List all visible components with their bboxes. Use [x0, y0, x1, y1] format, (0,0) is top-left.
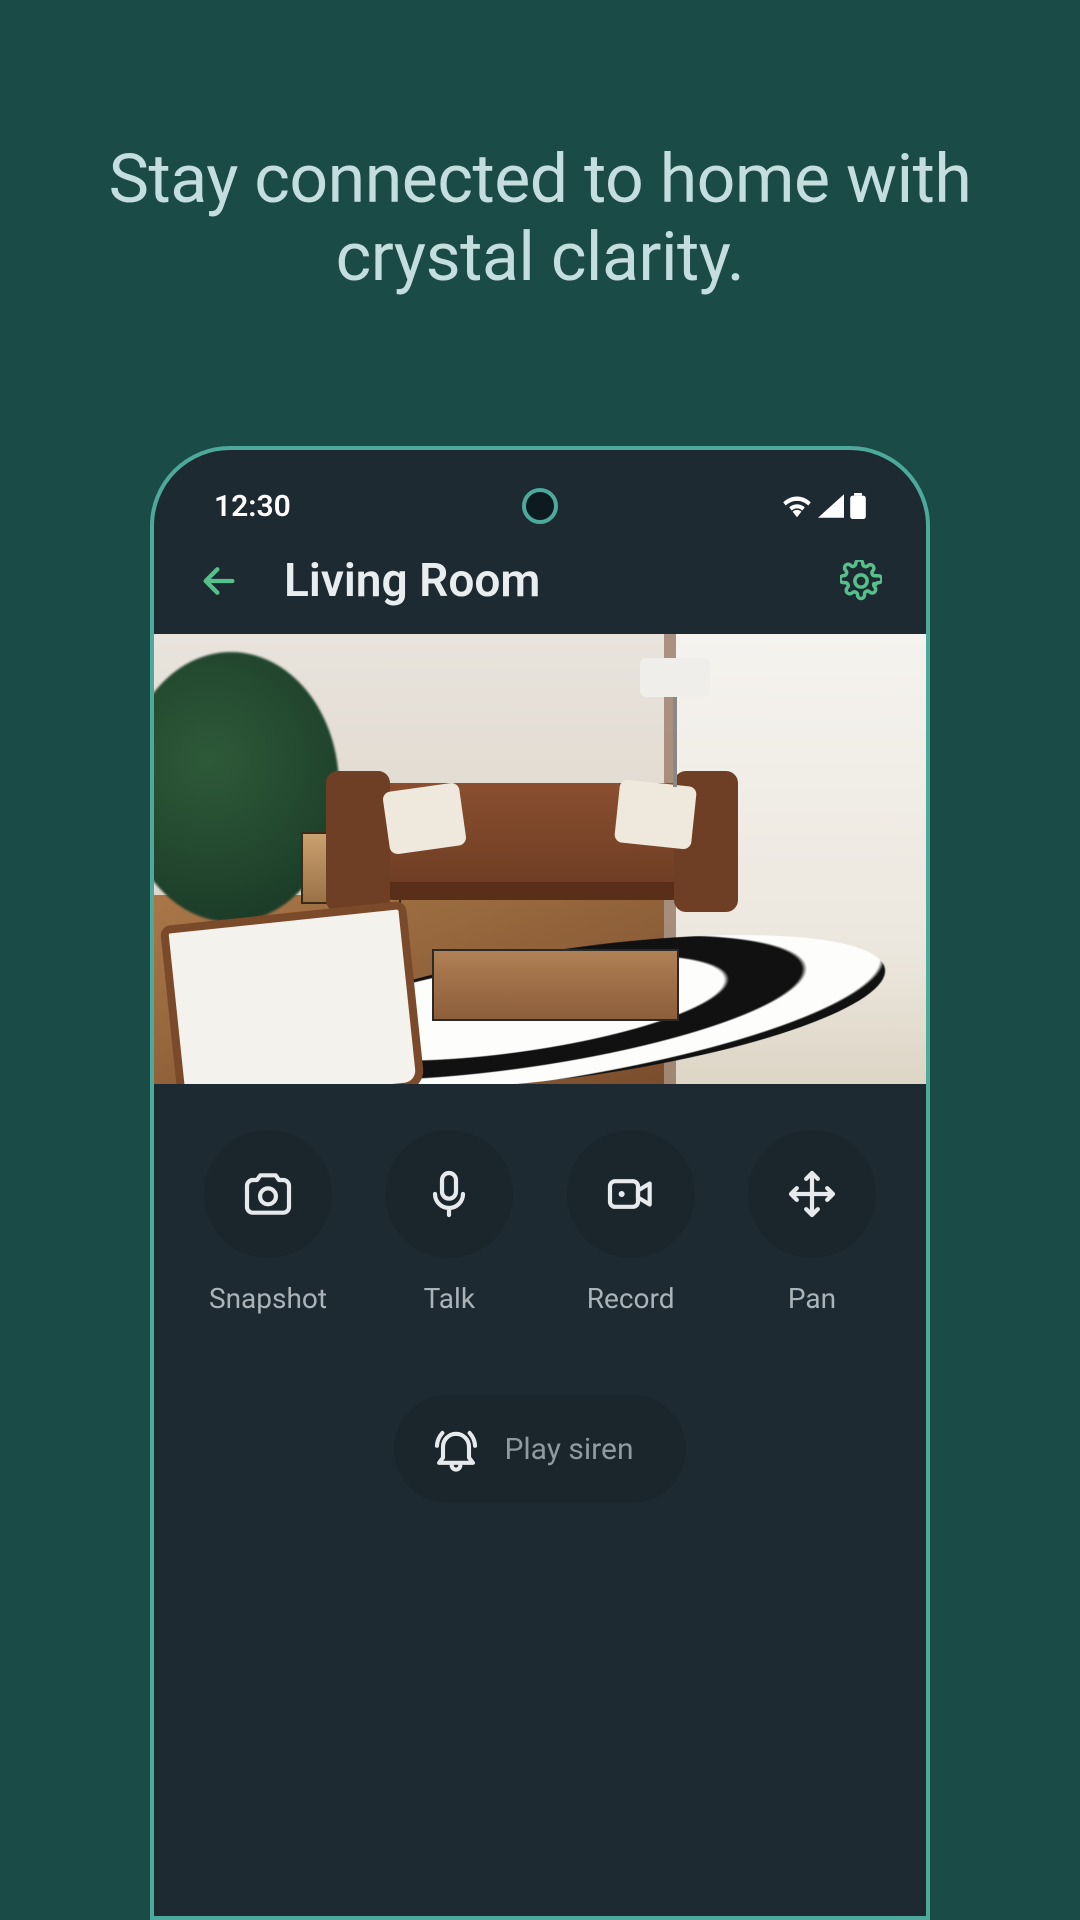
camera-icon — [240, 1166, 296, 1222]
record-button[interactable]: Record — [567, 1130, 695, 1315]
back-button[interactable] — [194, 556, 244, 606]
snapshot-button[interactable]: Snapshot — [204, 1130, 332, 1315]
wifi-icon — [782, 494, 812, 518]
move-icon — [784, 1166, 840, 1222]
video-icon — [603, 1166, 659, 1222]
settings-button[interactable] — [836, 556, 886, 606]
status-bar: 12:30 — [154, 468, 926, 534]
battery-icon — [850, 493, 866, 519]
status-time: 12:30 — [214, 489, 522, 524]
phone-frame: 12:30 Living Room — [150, 446, 930, 1920]
talk-button[interactable]: Talk — [385, 1130, 513, 1315]
bell-icon — [430, 1423, 482, 1475]
snapshot-label: Snapshot — [209, 1282, 327, 1315]
camera-notch — [522, 488, 558, 524]
pan-button[interactable]: Pan — [748, 1130, 876, 1315]
record-label: Record — [587, 1282, 675, 1315]
talk-label: Talk — [424, 1282, 475, 1315]
gear-icon — [840, 560, 882, 602]
app-header: Living Room — [154, 534, 926, 634]
marketing-headline: Stay connected to home with crystal clar… — [80, 140, 1000, 296]
camera-feed[interactable] — [154, 634, 926, 1084]
controls-row: Snapshot Talk Record Pan — [154, 1084, 926, 1325]
signal-icon — [818, 494, 844, 518]
page-title: Living Room — [284, 554, 836, 608]
play-siren-button[interactable]: Play siren — [394, 1395, 685, 1503]
microphone-icon — [421, 1166, 477, 1222]
pan-label: Pan — [788, 1282, 836, 1315]
play-siren-label: Play siren — [504, 1432, 633, 1467]
arrow-left-icon — [199, 561, 239, 601]
